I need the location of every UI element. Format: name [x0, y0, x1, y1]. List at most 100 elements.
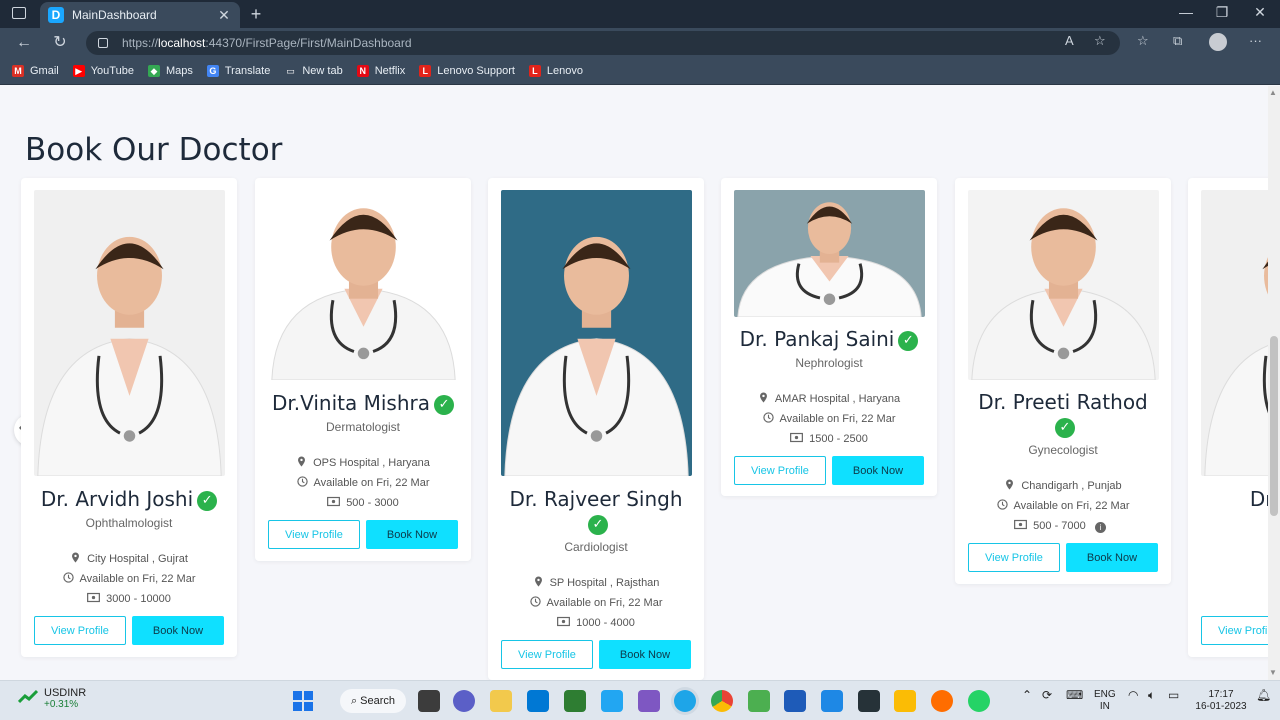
view-profile-button[interactable]: View Profile [268, 520, 360, 549]
bookmark-label: YouTube [90, 65, 134, 77]
refresh-icon[interactable]: ↻ [50, 33, 70, 53]
outlook-icon[interactable] [527, 690, 549, 712]
clock-date: 16-01-2023 [1195, 701, 1247, 712]
book-now-button[interactable]: Book Now [832, 456, 924, 485]
maximize-icon[interactable]: ❐ [1212, 4, 1232, 21]
page-title: Book Our Doctor [25, 132, 283, 168]
doctor-name-text: Dr. Arvidh Joshi [40, 487, 194, 511]
doctor-name[interactable]: Dr. Pankaj Saini ✓ [721, 327, 937, 351]
doctor-card: Dr.Vinita Mishra ✓ Dermatologist OPS Hosp… [255, 178, 471, 561]
dev-app-icon[interactable] [858, 690, 880, 712]
minimize-icon[interactable]: — [1176, 4, 1196, 20]
page-scrollbar[interactable]: ▲ ▼ [1268, 86, 1280, 680]
postman-icon[interactable] [931, 690, 953, 712]
doctor-hospital: Cit [1188, 552, 1268, 565]
task-view-icon[interactable] [418, 690, 440, 712]
wifi-icon[interactable]: ◠ [1128, 689, 1138, 701]
book-now-button[interactable]: Book Now [132, 616, 224, 645]
doctor-photo-illustration [1201, 190, 1268, 476]
scrollbar-thumb[interactable] [1270, 336, 1278, 516]
doctor-hospital: AMAR Hospital , Haryana [721, 392, 937, 405]
vscode-icon[interactable] [601, 690, 623, 712]
doctor-fee: 500 - 3000 [255, 496, 471, 509]
file-explorer-icon[interactable] [490, 690, 512, 712]
chrome-icon[interactable] [711, 690, 733, 712]
battery-icon[interactable]: ▭ [1168, 689, 1179, 701]
back-arrow-icon[interactable]: ← [14, 33, 34, 53]
visual-studio-icon[interactable] [638, 690, 660, 712]
info-icon: i [1094, 522, 1106, 533]
doctor-name[interactable]: Dr. Arv✓ [1188, 487, 1268, 511]
close-tab-icon[interactable]: ✕ [216, 7, 232, 24]
view-profile-button[interactable]: View Profile [34, 616, 126, 645]
google-drive-icon[interactable] [894, 690, 916, 712]
doctor-name[interactable]: Dr. Preeti Rathod ✓ [955, 390, 1171, 438]
tab-favicon-icon: D [48, 7, 64, 23]
sync-icon[interactable]: ⟳ [1042, 689, 1052, 701]
url-input[interactable]: https://localhost:44370/FirstPage/First/… [86, 31, 1120, 55]
keyboard-icon[interactable]: ⌨ [1066, 689, 1083, 701]
taskbar-search-button[interactable]: ⌕ Search [340, 689, 406, 713]
word-icon[interactable] [784, 690, 806, 712]
read-aloud-icon[interactable]: A [1065, 33, 1074, 48]
stock-widget[interactable]: USDINR +0.31% [18, 687, 86, 710]
profile-avatar[interactable] [1209, 33, 1227, 51]
favorites-icon[interactable]: ☆ [1137, 33, 1149, 49]
doctor-photo-illustration [34, 190, 225, 476]
more-menu-icon[interactable]: ··· [1249, 33, 1262, 48]
bookmark-gmail[interactable]: M Gmail [12, 65, 59, 77]
doctor-fee: 1000 - 4000 [488, 616, 704, 629]
doctor-specialty: Cardiologist [564, 540, 628, 554]
view-profile-button[interactable]: View Profile [501, 640, 593, 669]
favorite-star-icon[interactable]: ☆ [1094, 33, 1106, 49]
doctor-fee: 1500 - 2500 [721, 432, 937, 445]
volume-icon[interactable]: 🔈︎ [1148, 689, 1155, 701]
bookmark-favicon-icon: L [528, 65, 541, 77]
collections-icon[interactable]: ⧉ [1173, 33, 1182, 49]
doctor-name[interactable]: Dr.Vinita Mishra ✓ [255, 391, 471, 415]
bookmark-favicon-icon: ▭ [284, 65, 297, 77]
view-profile-button[interactable]: View Profile [1201, 616, 1268, 645]
book-now-button[interactable]: Book Now [366, 520, 458, 549]
bookmark-label: Lenovo Support [437, 65, 515, 77]
chat-icon[interactable] [453, 690, 475, 712]
scroll-down-icon[interactable]: ▼ [1269, 668, 1277, 677]
doctor-name[interactable]: Dr. Rajveer Singh ✓ [488, 487, 704, 535]
page-content: Book Our Doctor ⟵ Dr. Arvidh Joshi✓ Opht… [0, 86, 1268, 680]
bookmark-translate[interactable]: G Translate [206, 65, 270, 77]
bookmark-youtube[interactable]: ▶ YouTube [72, 65, 134, 77]
snipping-tool-icon[interactable] [748, 690, 770, 712]
book-now-button[interactable]: Book Now [599, 640, 691, 669]
bookmark-favicon-icon: L [419, 65, 432, 77]
scroll-up-icon[interactable]: ▲ [1269, 88, 1277, 97]
book-now-button[interactable]: Book Now [1066, 543, 1158, 572]
bookmark-lenovo-support[interactable]: L Lenovo Support [419, 65, 515, 77]
view-profile-button[interactable]: View Profile [734, 456, 826, 485]
bookmark-lenovo[interactable]: L Lenovo [528, 65, 583, 77]
doctor-specialty: Dermatologist [325, 420, 401, 434]
bookmark-netflix[interactable]: N Netflix [356, 65, 405, 77]
location-pin-icon [296, 456, 313, 469]
edge-browser-icon[interactable] [674, 690, 696, 712]
doctor-photo [268, 190, 459, 380]
doctor-fee [1188, 592, 1268, 605]
stock-change: +0.31% [44, 699, 79, 710]
whatsapp-icon[interactable] [968, 690, 990, 712]
doctor-card: Dr. Pankaj Saini ✓ Nephrologist AMAR Hosp… [721, 178, 937, 496]
clock[interactable]: 17:17 16-01-2023 [1192, 689, 1250, 713]
show-hidden-icons-icon[interactable]: ⌃ [1022, 689, 1032, 701]
new-tab-icon[interactable]: + [246, 4, 266, 24]
bookmark-new-tab[interactable]: ▭ New tab [284, 65, 343, 77]
close-window-icon[interactable]: ✕ [1250, 4, 1270, 21]
doctor-photo [1201, 190, 1268, 476]
language-indicator[interactable]: ENG IN [1094, 689, 1116, 713]
windows-start-icon[interactable] [293, 691, 313, 711]
app-icon[interactable] [564, 690, 586, 712]
doctor-name[interactable]: Dr. Arvidh Joshi ✓ [21, 487, 237, 511]
view-profile-button[interactable]: View Profile [968, 543, 1060, 572]
notepad-icon[interactable] [821, 690, 843, 712]
notification-bell-icon[interactable]: 🔔︎ [1256, 689, 1271, 701]
tab-actions-icon[interactable] [12, 7, 26, 19]
browser-tab-maindashboard[interactable]: D MainDashboard ✕ [40, 2, 240, 28]
bookmark-maps[interactable]: ◆ Maps [147, 65, 193, 77]
